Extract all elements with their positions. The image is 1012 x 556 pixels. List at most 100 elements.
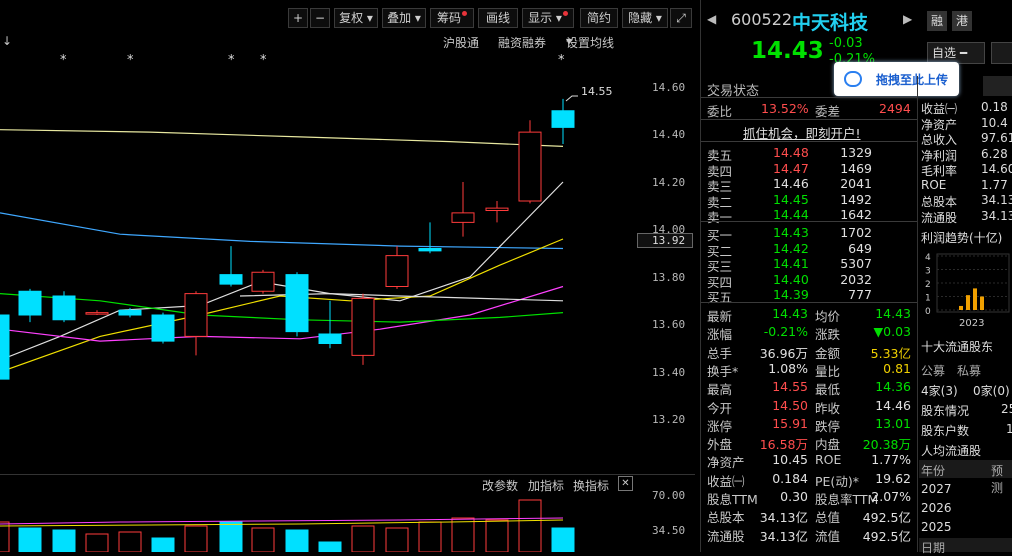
volume-bar bbox=[418, 521, 442, 552]
back-arrow-icon[interactable]: ◀ bbox=[707, 12, 716, 26]
forward-arrow-icon[interactable]: ▶ bbox=[903, 12, 912, 26]
xianshi-dropdown[interactable]: 显示 ▾ bbox=[522, 8, 574, 28]
change-params-button[interactable]: 改参数 bbox=[482, 477, 518, 494]
candle-body bbox=[118, 309, 142, 316]
fin-value: 1.77 bbox=[981, 177, 1008, 192]
yincang-dropdown[interactable]: 隐藏 ▾ bbox=[622, 8, 668, 28]
kline-chart[interactable]: * * * * * 14.55 bbox=[0, 52, 640, 472]
zixuan-dropdown[interactable]: 自选 ━ bbox=[927, 42, 985, 64]
financial-summary: 收益㈠ 0.18 净资产 10.4 总收入 97.61 净利润 6.28 毛利率 14.60 ROE… bbox=[921, 100, 1012, 225]
book-price: 14.42 bbox=[773, 240, 809, 256]
down-arrow-icon: ↓ bbox=[2, 34, 13, 48]
book-price: 14.45 bbox=[773, 191, 809, 207]
fin-value: 6.28 bbox=[981, 146, 1008, 161]
volume-chart[interactable] bbox=[0, 494, 640, 552]
holder-count-public: 4家(3) bbox=[921, 384, 958, 398]
tab-stub[interactable] bbox=[983, 76, 1012, 96]
stat-value: 0.30 bbox=[780, 489, 808, 504]
stat-value: 16.58万 bbox=[759, 437, 808, 453]
stat-value: 20.38万 bbox=[862, 437, 911, 453]
holder-households-value: 1 bbox=[1006, 422, 1012, 436]
expand-icon[interactable]: ⤢ bbox=[670, 8, 692, 28]
book-volume: 1469 bbox=[840, 160, 872, 176]
zoom-out-button[interactable]: − bbox=[310, 8, 330, 28]
extra-button[interactable] bbox=[991, 42, 1012, 64]
stat-value: 492.5亿 bbox=[862, 510, 911, 526]
date-header: 日期 bbox=[921, 541, 946, 555]
volume-tick: 70.00 bbox=[652, 489, 686, 502]
volume-bar bbox=[485, 519, 509, 552]
book-level-label: 卖四 bbox=[707, 163, 733, 179]
rong-badge[interactable]: 融 bbox=[927, 11, 947, 31]
book-price: 14.47 bbox=[773, 160, 809, 176]
tab-gongmu[interactable]: 公募 bbox=[921, 362, 945, 379]
candle-body bbox=[251, 271, 275, 292]
ma60-line bbox=[0, 212, 564, 250]
book-volume: 2041 bbox=[840, 176, 872, 192]
tab-simu[interactable]: 私募 bbox=[957, 362, 981, 379]
candle-body bbox=[285, 274, 309, 333]
fin-value: 0.18 bbox=[981, 100, 1008, 114]
profit-bar bbox=[959, 305, 963, 310]
holder-info-label: 股东情况 bbox=[921, 404, 970, 418]
book-volume: 649 bbox=[848, 240, 872, 256]
upload-button[interactable]: 拖拽至此上传 bbox=[834, 62, 959, 96]
book-price: 14.48 bbox=[773, 145, 809, 160]
close-icon[interactable]: ✕ bbox=[618, 476, 633, 491]
stat-value: 14.43 bbox=[875, 306, 911, 321]
huaxian-button[interactable]: 画线 bbox=[478, 8, 518, 28]
volume-bar bbox=[151, 537, 175, 552]
book-level-label: 买二 bbox=[707, 243, 733, 259]
profit-year: 2023 bbox=[959, 318, 984, 329]
book-price: 14.41 bbox=[773, 256, 809, 272]
volume-bar bbox=[285, 529, 309, 552]
cloud-icon bbox=[844, 71, 862, 87]
ma-settings-dropdown[interactable]: 设置均线 ▾ bbox=[566, 34, 614, 50]
stat-label: ROE bbox=[815, 452, 842, 468]
stat-label: 净资产 bbox=[707, 455, 745, 471]
stat-value: ▼0.03 bbox=[873, 324, 911, 340]
stat-label: 最新 bbox=[707, 309, 733, 324]
volume-bar bbox=[251, 527, 275, 552]
book-price: 14.39 bbox=[773, 287, 809, 303]
stat-value: 14.46 bbox=[875, 397, 911, 413]
price-tick: 13.40 bbox=[652, 366, 686, 379]
profit-bar bbox=[973, 288, 977, 310]
stat-label: 均价 bbox=[815, 309, 841, 324]
stat-label: 总股本 bbox=[707, 510, 745, 526]
stat-label: 收益㈠ bbox=[707, 473, 745, 489]
book-level-label: 买四 bbox=[707, 274, 733, 290]
stat-value: 5.33亿 bbox=[870, 345, 911, 361]
stat-label: 跌停 bbox=[815, 418, 841, 434]
stat-label: 股息率TTM bbox=[815, 492, 879, 507]
stat-label: 涨幅 bbox=[707, 327, 733, 343]
jieyue-button[interactable]: 简约 bbox=[580, 8, 618, 28]
price-tick: 14.40 bbox=[652, 128, 686, 141]
rongzi-link[interactable]: 融资融券 bbox=[498, 34, 546, 51]
stat-value: 19.62 bbox=[875, 470, 911, 486]
switch-indicator-button[interactable]: 换指标 bbox=[573, 477, 609, 494]
stat-label: 总手 bbox=[707, 345, 733, 361]
stat-value: 1.08% bbox=[768, 360, 808, 376]
zoom-in-button[interactable]: + bbox=[288, 8, 308, 28]
profit-bar bbox=[966, 295, 970, 310]
fuquan-dropdown[interactable]: 复权 ▾ bbox=[334, 8, 378, 28]
chouma-button[interactable]: 筹码 bbox=[430, 8, 474, 28]
gang-badge[interactable]: 港 bbox=[952, 11, 972, 31]
profit-y-tick: 2 bbox=[925, 280, 931, 290]
add-indicator-button[interactable]: 加指标 bbox=[528, 477, 564, 494]
stat-value: 14.36 bbox=[875, 379, 911, 395]
diejia-dropdown[interactable]: 叠加 ▾ bbox=[382, 8, 426, 28]
open-account-banner[interactable]: 抓住机会，即刻开户! bbox=[743, 123, 861, 142]
stat-label: 昨收 bbox=[815, 400, 841, 416]
holders-title: 十大流通股东 bbox=[921, 340, 994, 354]
candle-body bbox=[52, 295, 76, 321]
hugutong-link[interactable]: 沪股通 bbox=[443, 34, 479, 51]
stat-value: 13.01 bbox=[875, 415, 911, 431]
candle-body bbox=[351, 297, 375, 356]
fin-label: 流通股 bbox=[921, 210, 958, 225]
volume-tick: 34.50 bbox=[652, 524, 686, 537]
volume-bar bbox=[184, 525, 208, 552]
volume-bar bbox=[18, 527, 42, 552]
stat-label: 换手* bbox=[707, 363, 739, 379]
